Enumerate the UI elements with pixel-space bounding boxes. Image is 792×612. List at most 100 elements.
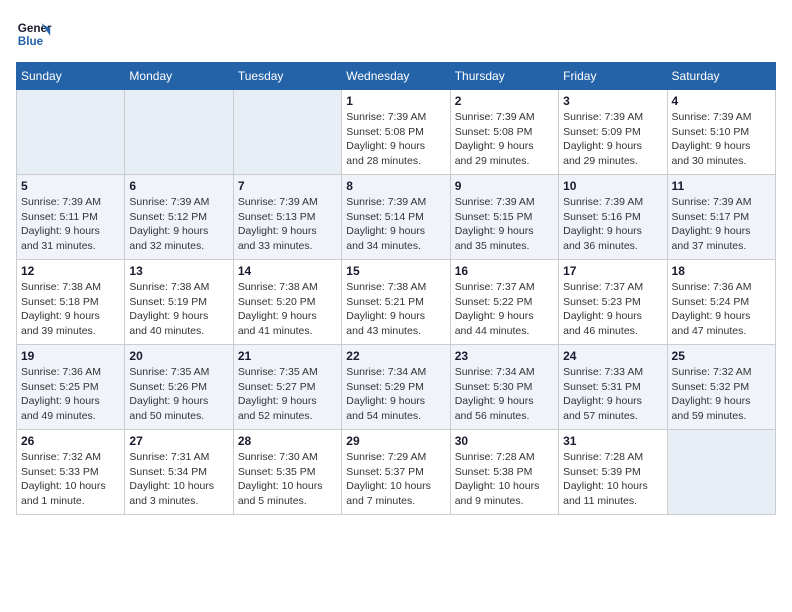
calendar-table: SundayMondayTuesdayWednesdayThursdayFrid…: [16, 62, 776, 515]
calendar-week-row: 5Sunrise: 7:39 AM Sunset: 5:11 PM Daylig…: [17, 175, 776, 260]
calendar-cell: 27 Sunrise: 7:31 AM Sunset: 5:34 PM Dayli…: [125, 430, 233, 515]
calendar-cell: 13 Sunrise: 7:38 AM Sunset: 5:19 PM Dayli…: [125, 260, 233, 345]
calendar-cell: [667, 430, 775, 515]
calendar-cell: 12 Sunrise: 7:38 AM Sunset: 5:18 PM Dayli…: [17, 260, 125, 345]
day-number: 26: [21, 434, 120, 448]
day-info: Sunrise: 7:28 AM Sunset: 5:38 PM Dayligh…: [455, 450, 554, 509]
calendar-cell: 28Sunrise: 7:30 AM Sunset: 5:35 PM Dayli…: [233, 430, 341, 515]
day-info: Sunrise: 7:37 AM Sunset: 5:22 PM Dayligh…: [455, 280, 554, 339]
day-info: Sunrise: 7:36 AM Sunset: 5:25 PM Dayligh…: [21, 365, 120, 424]
calendar-body: 1 Sunrise: 7:39 AM Sunset: 5:08 PM Daylig…: [17, 90, 776, 515]
day-info: Sunrise: 7:31 AM Sunset: 5:34 PM Dayligh…: [129, 450, 228, 509]
day-number: 22: [346, 349, 445, 363]
day-header-sunday: Sunday: [17, 63, 125, 90]
calendar-week-row: 1 Sunrise: 7:39 AM Sunset: 5:08 PM Daylig…: [17, 90, 776, 175]
day-info: Sunrise: 7:39 AM Sunset: 5:10 PM Dayligh…: [672, 110, 771, 169]
day-number: 14: [238, 264, 337, 278]
day-info: Sunrise: 7:35 AM Sunset: 5:27 PM Dayligh…: [238, 365, 337, 424]
logo: General Blue: [16, 16, 52, 52]
calendar-cell: 2 Sunrise: 7:39 AM Sunset: 5:08 PM Daylig…: [450, 90, 558, 175]
calendar-cell: 4 Sunrise: 7:39 AM Sunset: 5:10 PM Daylig…: [667, 90, 775, 175]
day-header-wednesday: Wednesday: [342, 63, 450, 90]
day-info: Sunrise: 7:32 AM Sunset: 5:33 PM Dayligh…: [21, 450, 120, 509]
calendar-cell: 19 Sunrise: 7:36 AM Sunset: 5:25 PM Dayli…: [17, 345, 125, 430]
calendar-cell: 15 Sunrise: 7:38 AM Sunset: 5:21 PM Dayli…: [342, 260, 450, 345]
calendar-cell: 18Sunrise: 7:36 AM Sunset: 5:24 PM Dayli…: [667, 260, 775, 345]
calendar-cell: 9 Sunrise: 7:39 AM Sunset: 5:15 PM Daylig…: [450, 175, 558, 260]
day-header-thursday: Thursday: [450, 63, 558, 90]
day-info: Sunrise: 7:33 AM Sunset: 5:31 PM Dayligh…: [563, 365, 662, 424]
day-info: Sunrise: 7:32 AM Sunset: 5:32 PM Dayligh…: [672, 365, 771, 424]
day-number: 4: [672, 94, 771, 108]
calendar-cell: 22 Sunrise: 7:34 AM Sunset: 5:29 PM Dayli…: [342, 345, 450, 430]
day-info: Sunrise: 7:35 AM Sunset: 5:26 PM Dayligh…: [129, 365, 228, 424]
day-number: 5: [21, 179, 120, 193]
day-number: 19: [21, 349, 120, 363]
day-info: Sunrise: 7:38 AM Sunset: 5:18 PM Dayligh…: [21, 280, 120, 339]
day-number: 23: [455, 349, 554, 363]
day-number: 11: [672, 179, 771, 193]
day-info: Sunrise: 7:38 AM Sunset: 5:20 PM Dayligh…: [238, 280, 337, 339]
calendar-cell: 14 Sunrise: 7:38 AM Sunset: 5:20 PM Dayli…: [233, 260, 341, 345]
day-info: Sunrise: 7:39 AM Sunset: 5:09 PM Dayligh…: [563, 110, 662, 169]
logo-icon: General Blue: [16, 16, 52, 52]
calendar-cell: 31 Sunrise: 7:28 AM Sunset: 5:39 PM Dayli…: [559, 430, 667, 515]
day-number: 24: [563, 349, 662, 363]
day-info: Sunrise: 7:39 AM Sunset: 5:08 PM Dayligh…: [346, 110, 445, 169]
day-info: Sunrise: 7:34 AM Sunset: 5:30 PM Dayligh…: [455, 365, 554, 424]
day-info: Sunrise: 7:39 AM Sunset: 5:17 PM Dayligh…: [672, 195, 771, 254]
day-header-friday: Friday: [559, 63, 667, 90]
calendar-cell: 5Sunrise: 7:39 AM Sunset: 5:11 PM Daylig…: [17, 175, 125, 260]
calendar-header: General Blue: [16, 16, 776, 52]
calendar-header-row: SundayMondayTuesdayWednesdayThursdayFrid…: [17, 63, 776, 90]
day-number: 7: [238, 179, 337, 193]
day-info: Sunrise: 7:39 AM Sunset: 5:14 PM Dayligh…: [346, 195, 445, 254]
day-info: Sunrise: 7:39 AM Sunset: 5:16 PM Dayligh…: [563, 195, 662, 254]
day-number: 18: [672, 264, 771, 278]
day-number: 8: [346, 179, 445, 193]
day-info: Sunrise: 7:28 AM Sunset: 5:39 PM Dayligh…: [563, 450, 662, 509]
day-number: 20: [129, 349, 228, 363]
day-number: 29: [346, 434, 445, 448]
day-number: 31: [563, 434, 662, 448]
calendar-cell: 20 Sunrise: 7:35 AM Sunset: 5:26 PM Dayli…: [125, 345, 233, 430]
calendar-cell: 23 Sunrise: 7:34 AM Sunset: 5:30 PM Dayli…: [450, 345, 558, 430]
day-number: 25: [672, 349, 771, 363]
day-number: 1: [346, 94, 445, 108]
day-number: 6: [129, 179, 228, 193]
day-number: 9: [455, 179, 554, 193]
day-number: 12: [21, 264, 120, 278]
day-header-saturday: Saturday: [667, 63, 775, 90]
day-number: 10: [563, 179, 662, 193]
day-info: Sunrise: 7:34 AM Sunset: 5:29 PM Dayligh…: [346, 365, 445, 424]
day-number: 30: [455, 434, 554, 448]
calendar-cell: [233, 90, 341, 175]
day-number: 27: [129, 434, 228, 448]
day-number: 3: [563, 94, 662, 108]
calendar-cell: 17 Sunrise: 7:37 AM Sunset: 5:23 PM Dayli…: [559, 260, 667, 345]
calendar-cell: [125, 90, 233, 175]
day-info: Sunrise: 7:39 AM Sunset: 5:08 PM Dayligh…: [455, 110, 554, 169]
day-info: Sunrise: 7:39 AM Sunset: 5:15 PM Dayligh…: [455, 195, 554, 254]
calendar-cell: [17, 90, 125, 175]
day-info: Sunrise: 7:38 AM Sunset: 5:19 PM Dayligh…: [129, 280, 228, 339]
day-info: Sunrise: 7:38 AM Sunset: 5:21 PM Dayligh…: [346, 280, 445, 339]
day-number: 28: [238, 434, 337, 448]
calendar-cell: 29Sunrise: 7:29 AM Sunset: 5:37 PM Dayli…: [342, 430, 450, 515]
day-number: 15: [346, 264, 445, 278]
calendar-cell: 30 Sunrise: 7:28 AM Sunset: 5:38 PM Dayli…: [450, 430, 558, 515]
calendar-cell: 24 Sunrise: 7:33 AM Sunset: 5:31 PM Dayli…: [559, 345, 667, 430]
calendar-cell: 10 Sunrise: 7:39 AM Sunset: 5:16 PM Dayli…: [559, 175, 667, 260]
day-info: Sunrise: 7:37 AM Sunset: 5:23 PM Dayligh…: [563, 280, 662, 339]
calendar-cell: 16Sunrise: 7:37 AM Sunset: 5:22 PM Dayli…: [450, 260, 558, 345]
calendar-week-row: 19 Sunrise: 7:36 AM Sunset: 5:25 PM Dayli…: [17, 345, 776, 430]
day-header-tuesday: Tuesday: [233, 63, 341, 90]
calendar-cell: 7Sunrise: 7:39 AM Sunset: 5:13 PM Daylig…: [233, 175, 341, 260]
calendar-week-row: 26 Sunrise: 7:32 AM Sunset: 5:33 PM Dayli…: [17, 430, 776, 515]
calendar-week-row: 12 Sunrise: 7:38 AM Sunset: 5:18 PM Dayli…: [17, 260, 776, 345]
day-number: 2: [455, 94, 554, 108]
calendar-cell: 6Sunrise: 7:39 AM Sunset: 5:12 PM Daylig…: [125, 175, 233, 260]
day-number: 13: [129, 264, 228, 278]
calendar-cell: 25 Sunrise: 7:32 AM Sunset: 5:32 PM Dayli…: [667, 345, 775, 430]
day-number: 17: [563, 264, 662, 278]
